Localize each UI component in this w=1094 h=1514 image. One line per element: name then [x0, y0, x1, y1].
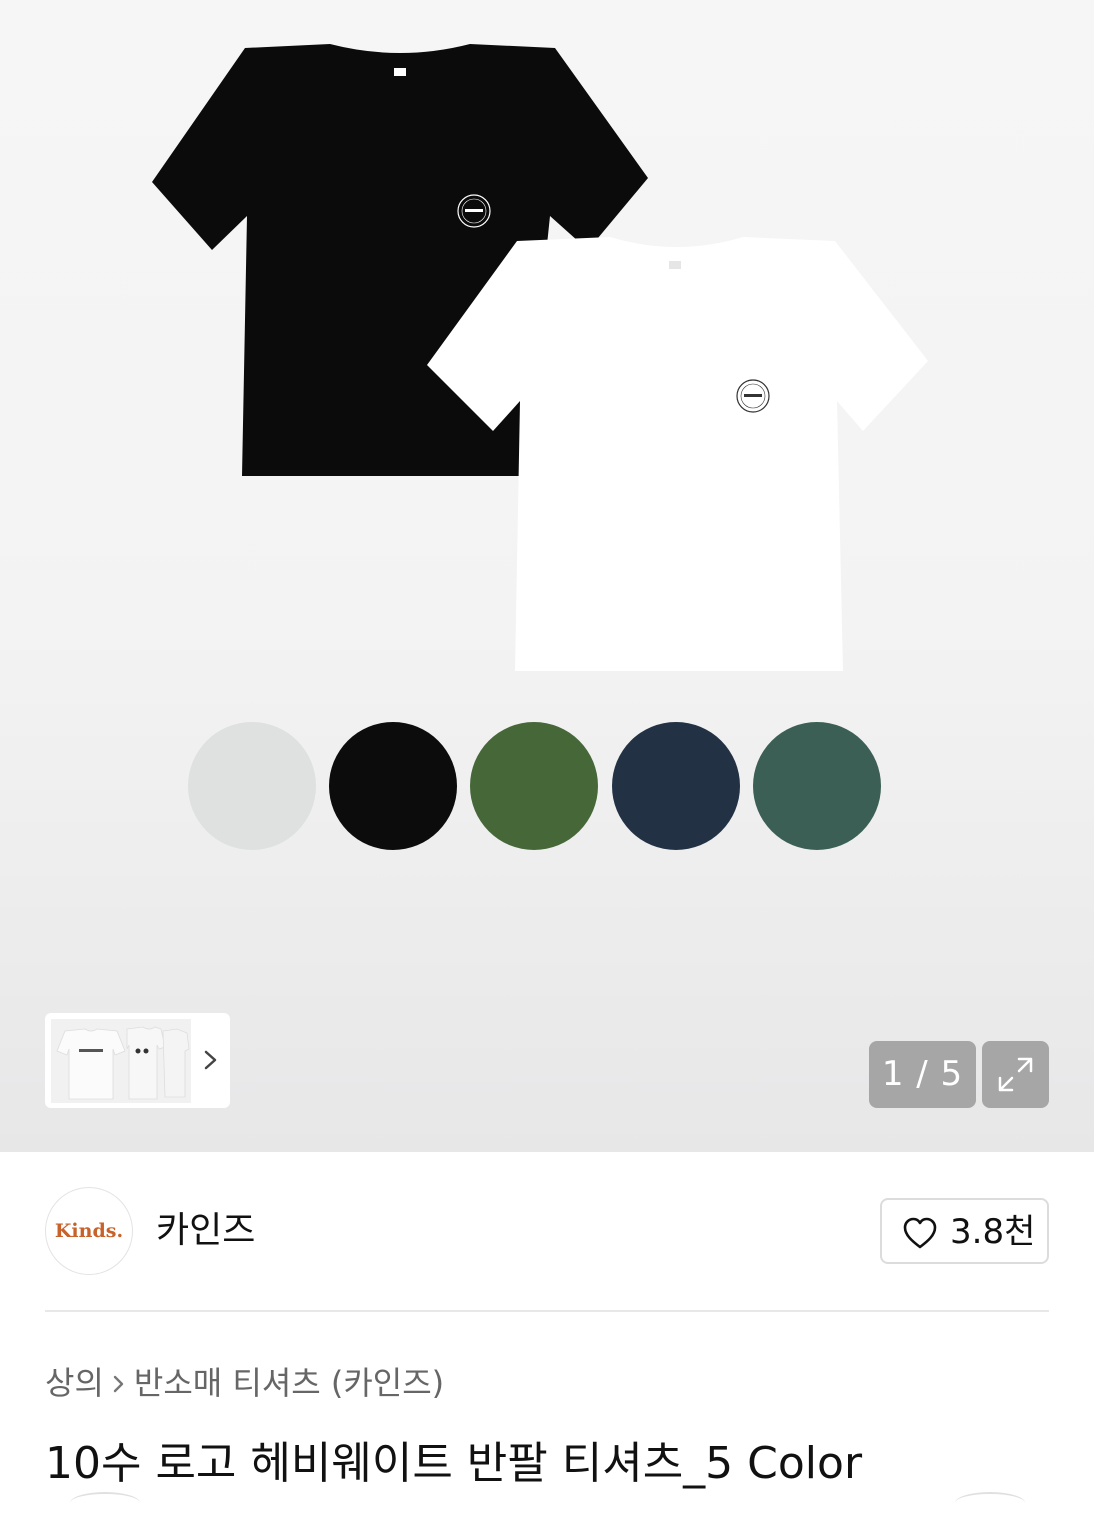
breadcrumb: 상의 반소매 티셔츠 (카인즈): [45, 1358, 444, 1404]
color-swatch-navy: [612, 722, 740, 850]
brand-row: Kinds. 카인즈 3.8천: [45, 1187, 1049, 1277]
color-swatch-black: [329, 722, 457, 850]
related-images-thumbnail[interactable]: [45, 1013, 230, 1108]
expand-icon: [998, 1057, 1033, 1092]
product-image-gallery[interactable]: 1 / 5: [0, 0, 1094, 1152]
divider: [45, 1310, 1049, 1312]
thumbnail-image: [51, 1019, 191, 1103]
white-tshirt-image: [427, 237, 928, 671]
expand-image-button[interactable]: [982, 1041, 1049, 1108]
brand-logo[interactable]: Kinds.: [45, 1187, 133, 1275]
color-swatch-teal: [753, 722, 881, 850]
breadcrumb-subcategory[interactable]: 반소매 티셔츠 (카인즈): [134, 1364, 444, 1402]
like-button[interactable]: 3.8천: [880, 1198, 1049, 1264]
chevron-right-icon: [204, 1050, 217, 1070]
image-counter: 1 / 5: [869, 1041, 976, 1108]
product-title: 10수 로고 헤비웨이트 반팔 티셔츠_5 Color: [45, 1438, 863, 1489]
color-swatches: [188, 722, 888, 852]
cutoff-element: [70, 1492, 140, 1514]
color-swatch-light-gray: [188, 722, 316, 850]
color-swatch-green: [470, 722, 598, 850]
like-count: 3.8천: [950, 1212, 1036, 1252]
breadcrumb-category[interactable]: 상의: [45, 1364, 104, 1402]
chevron-right-icon: [104, 1360, 134, 1406]
heart-icon: [903, 1217, 937, 1249]
brand-name[interactable]: 카인즈: [156, 1209, 255, 1253]
cutoff-element: [955, 1492, 1025, 1514]
